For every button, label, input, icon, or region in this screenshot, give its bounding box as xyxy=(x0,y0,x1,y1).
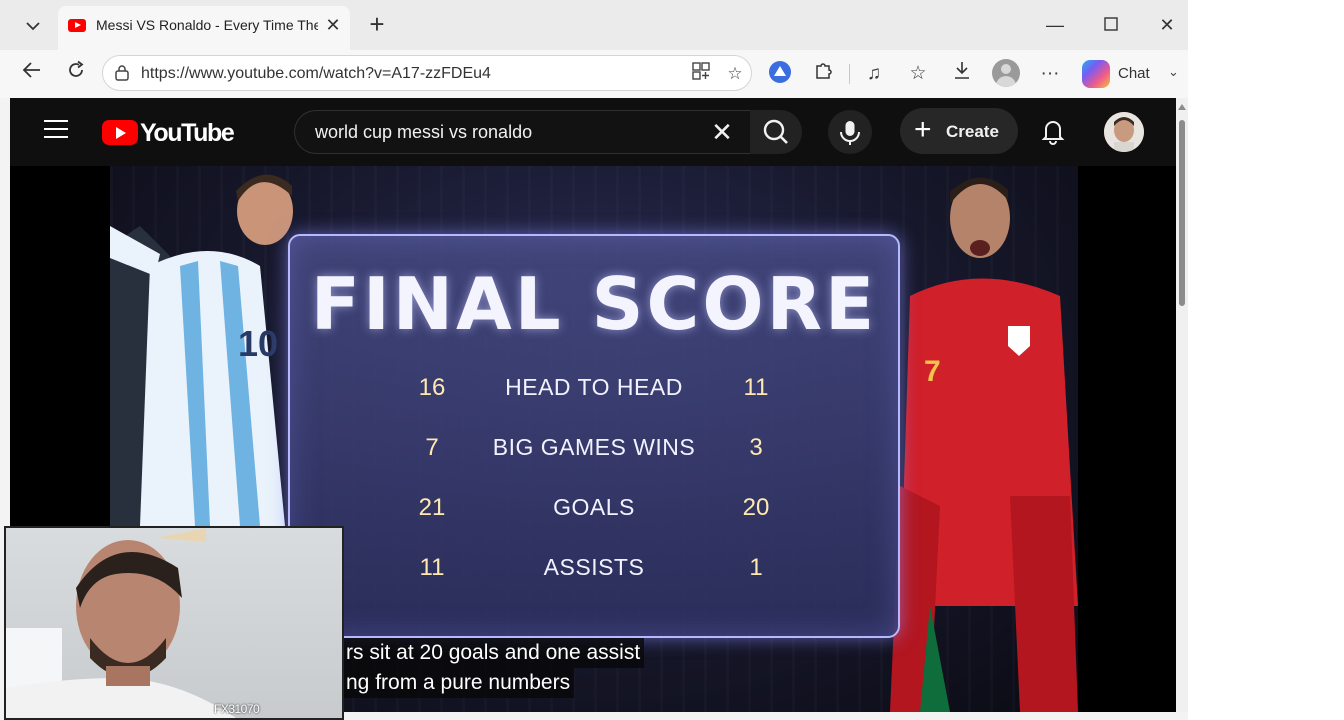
plus-icon: + xyxy=(914,113,932,146)
caption-line: ng from a pure numbers xyxy=(342,668,575,698)
ronaldo-value: 3 xyxy=(749,434,763,461)
stat-label: BIG GAMES WINS xyxy=(492,434,696,460)
menu-icon[interactable] xyxy=(44,120,68,140)
messi-value: 16 xyxy=(418,374,446,401)
copilot-icon xyxy=(1082,60,1110,88)
page-scrollbar[interactable] xyxy=(1176,98,1188,712)
create-label: Create xyxy=(946,122,999,141)
profile-avatar-icon[interactable] xyxy=(992,59,1020,87)
score-row: 21 GOALS 20 xyxy=(290,494,898,528)
ronaldo-value: 20 xyxy=(742,494,770,521)
address-url[interactable]: https://www.youtube.com/watch?v=A17-zzFD… xyxy=(141,65,491,83)
refresh-icon xyxy=(69,60,84,77)
search-input[interactable]: world cup messi vs ronaldo ✕ xyxy=(294,110,752,154)
more-options-icon[interactable]: ··· xyxy=(1036,60,1064,88)
address-bar[interactable]: https://www.youtube.com/watch?v=A17-zzFD… xyxy=(102,55,752,91)
ronaldo-image: 7 xyxy=(890,177,1078,712)
webcam-person-image xyxy=(6,528,236,718)
account-avatar[interactable] xyxy=(1104,112,1144,152)
stat-label: HEAD TO HEAD xyxy=(505,374,683,400)
captions: rs sit at 20 goals and one assist ng fro… xyxy=(342,638,645,698)
ronaldo-value: 11 xyxy=(743,374,769,401)
notifications-icon[interactable] xyxy=(1038,116,1068,146)
tab-actions-menu-button[interactable] xyxy=(12,10,54,42)
favorites-icon[interactable]: ☆ xyxy=(904,60,932,88)
close-window-button[interactable]: ✕ xyxy=(1152,10,1182,40)
extension-blue-icon[interactable] xyxy=(766,60,794,88)
refresh-button[interactable] xyxy=(62,60,90,88)
caption-line: rs sit at 20 goals and one assist xyxy=(342,638,645,668)
clear-search-icon[interactable]: ✕ xyxy=(707,117,737,147)
messi-value: 11 xyxy=(419,554,445,581)
maximize-icon xyxy=(1104,17,1118,31)
toolbar-separator xyxy=(849,64,850,84)
scroll-up-icon[interactable] xyxy=(1178,104,1186,110)
chevron-down-icon xyxy=(26,22,40,31)
youtube-favicon-icon xyxy=(68,19,86,32)
scrollbar-thumb[interactable] xyxy=(1179,120,1185,306)
microphone-icon xyxy=(840,121,860,145)
webcam-overlay: FX31070 xyxy=(4,526,344,720)
create-button[interactable]: + Create xyxy=(900,108,1018,154)
search-icon xyxy=(763,119,788,144)
search-button[interactable] xyxy=(750,110,802,154)
downloads-icon[interactable] xyxy=(948,60,976,88)
search-query[interactable]: world cup messi vs ronaldo xyxy=(315,122,532,143)
score-row: 11 ASSISTS 1 xyxy=(290,554,898,588)
desktop-background xyxy=(1188,0,1344,720)
ronaldo-shirt-number: 7 xyxy=(924,355,941,388)
stat-label: ASSISTS xyxy=(543,554,645,580)
youtube-play-icon xyxy=(102,120,138,145)
app-available-icon[interactable] xyxy=(689,62,713,86)
webcam-label: FX31070 xyxy=(214,702,260,716)
back-button[interactable] xyxy=(18,60,46,88)
final-score-panel: FINAL SCORE 16 HEAD TO HEAD 11 7 BIG GAM… xyxy=(288,234,900,638)
media-control-icon[interactable]: ♫ xyxy=(860,60,888,88)
voice-search-button[interactable] xyxy=(828,110,872,154)
messi-value: 7 xyxy=(425,434,439,461)
tab-title: Messi VS Ronaldo - Every Time The xyxy=(96,17,318,33)
browser-toolbar: https://www.youtube.com/watch?v=A17-zzFD… xyxy=(0,50,1188,98)
copilot-chat-button[interactable]: Chat ⌄ xyxy=(1080,58,1180,90)
score-row: 7 BIG GAMES WINS 3 xyxy=(290,434,898,468)
messi-shirt-number: 10 xyxy=(238,323,278,364)
youtube-logo[interactable]: YouTube xyxy=(102,118,235,147)
chat-label: Chat xyxy=(1118,65,1150,82)
favorite-star-icon[interactable]: ☆ xyxy=(723,62,747,86)
chevron-down-icon[interactable]: ⌄ xyxy=(1168,64,1179,80)
tab-youtube[interactable]: Messi VS Ronaldo - Every Time The ✕ xyxy=(58,6,350,50)
extensions-puzzle-icon[interactable] xyxy=(810,60,838,88)
tab-bar: Messi VS Ronaldo - Every Time The ✕ + — … xyxy=(0,0,1188,50)
back-arrow-icon xyxy=(22,62,40,78)
final-score-title: FINAL SCORE xyxy=(310,262,878,346)
stat-label: GOALS xyxy=(553,494,635,520)
youtube-logo-text: YouTube xyxy=(140,119,235,147)
score-row: 16 HEAD TO HEAD 11 xyxy=(290,374,898,408)
messi-image: 10 xyxy=(110,174,293,526)
youtube-header: YouTube world cup messi vs ronaldo ✕ + C… xyxy=(10,98,1176,166)
messi-value: 21 xyxy=(418,494,446,521)
new-tab-button[interactable]: + xyxy=(364,11,390,38)
site-info-icon[interactable] xyxy=(113,64,131,82)
close-tab-icon[interactable]: ✕ xyxy=(322,14,344,36)
minimize-button[interactable]: — xyxy=(1040,10,1070,40)
ronaldo-value: 1 xyxy=(749,554,763,581)
maximize-button[interactable] xyxy=(1096,10,1126,40)
